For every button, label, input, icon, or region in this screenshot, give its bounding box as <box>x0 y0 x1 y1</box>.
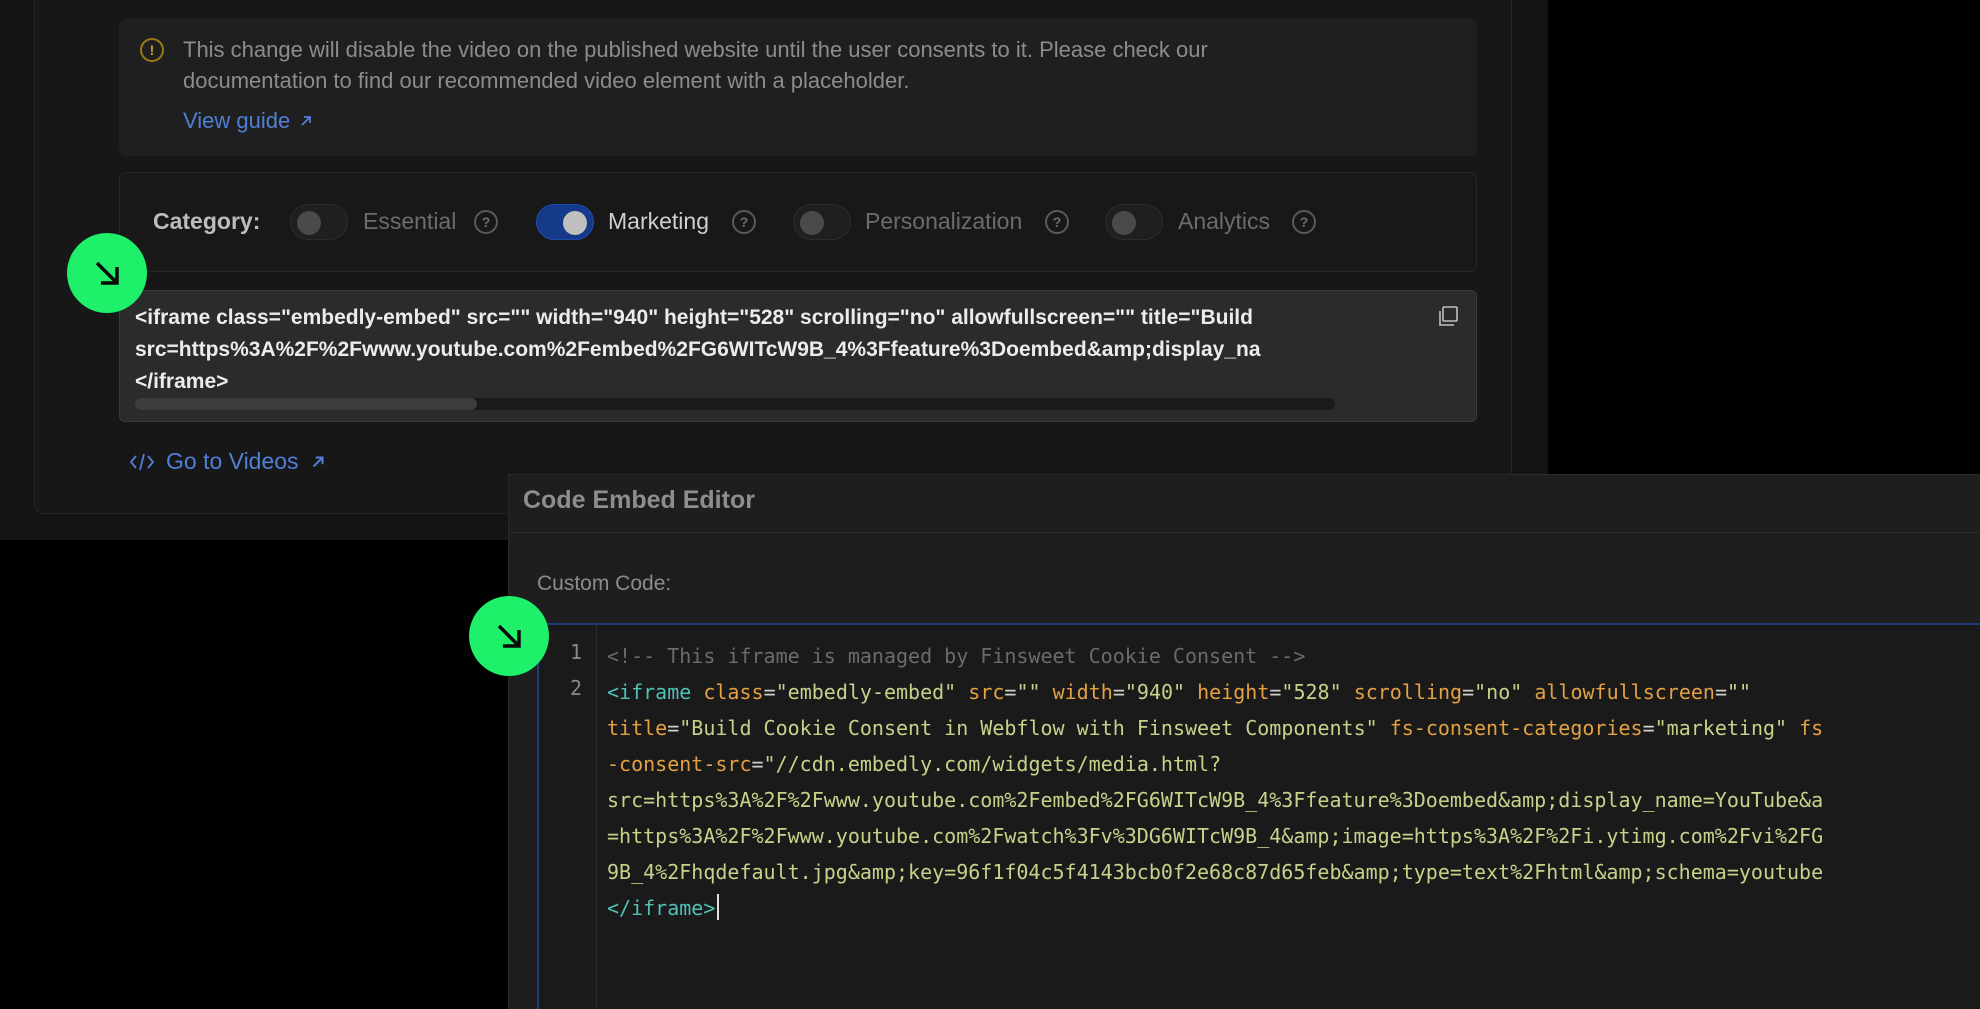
help-icon[interactable]: ? <box>474 210 498 234</box>
snippet-line: <iframe class="embedly-embed" src="" wid… <box>135 306 1253 329</box>
help-icon[interactable]: ? <box>732 210 756 234</box>
snippet-line: </iframe> <box>135 370 229 393</box>
view-guide-label: View guide <box>183 108 291 133</box>
code-icon <box>129 453 155 470</box>
toggle-marketing[interactable] <box>536 204 594 240</box>
scrollbar-thumb[interactable] <box>135 398 477 410</box>
cursor-marker <box>469 596 549 676</box>
category-label: Category: <box>153 208 261 234</box>
toggle-label-marketing: Marketing <box>608 208 709 234</box>
line-number: 2 <box>569 676 582 700</box>
help-icon[interactable]: ? <box>1292 210 1316 234</box>
go-to-videos-link[interactable]: Go to Videos <box>128 448 327 475</box>
help-icon[interactable]: ? <box>1045 210 1069 234</box>
copy-icon[interactable] <box>1436 304 1460 328</box>
arrow-down-right-icon <box>95 261 119 285</box>
custom-code-label: Custom Code: <box>537 572 672 595</box>
external-link-icon <box>301 116 312 126</box>
view-guide-link[interactable]: View guide <box>183 108 314 134</box>
warning-text: This change will disable the video on th… <box>183 37 1208 93</box>
toggle-label-essential: Essential <box>363 208 457 234</box>
warning-icon: ! <box>140 38 164 62</box>
toggle-personalization[interactable] <box>793 204 851 240</box>
code-content[interactable]: <!-- This iframe is managed by Finsweet … <box>607 638 1980 926</box>
toggle-essential[interactable] <box>290 204 348 240</box>
toggle-analytics[interactable] <box>1105 204 1163 240</box>
editor-divider <box>508 532 1980 533</box>
snippet-line: src=https%3A%2F%2Fwww.youtube.com%2Fembe… <box>135 338 1261 361</box>
toggle-label-personalization: Personalization <box>865 208 1023 234</box>
horizontal-scrollbar[interactable] <box>135 398 1335 410</box>
external-link-icon <box>312 455 324 467</box>
text-caret <box>717 894 720 920</box>
embed-snippet-code[interactable]: <iframe class="embedly-embed" src="" wid… <box>135 302 1335 398</box>
cursor-marker <box>67 233 147 313</box>
code-comment: <!-- This iframe is managed by Finsweet … <box>607 644 1306 668</box>
go-to-videos-label: Go to Videos <box>166 448 299 474</box>
editor-title: Code Embed Editor <box>523 486 755 514</box>
arrow-down-right-icon <box>497 624 521 648</box>
toggle-label-analytics: Analytics <box>1178 208 1271 234</box>
